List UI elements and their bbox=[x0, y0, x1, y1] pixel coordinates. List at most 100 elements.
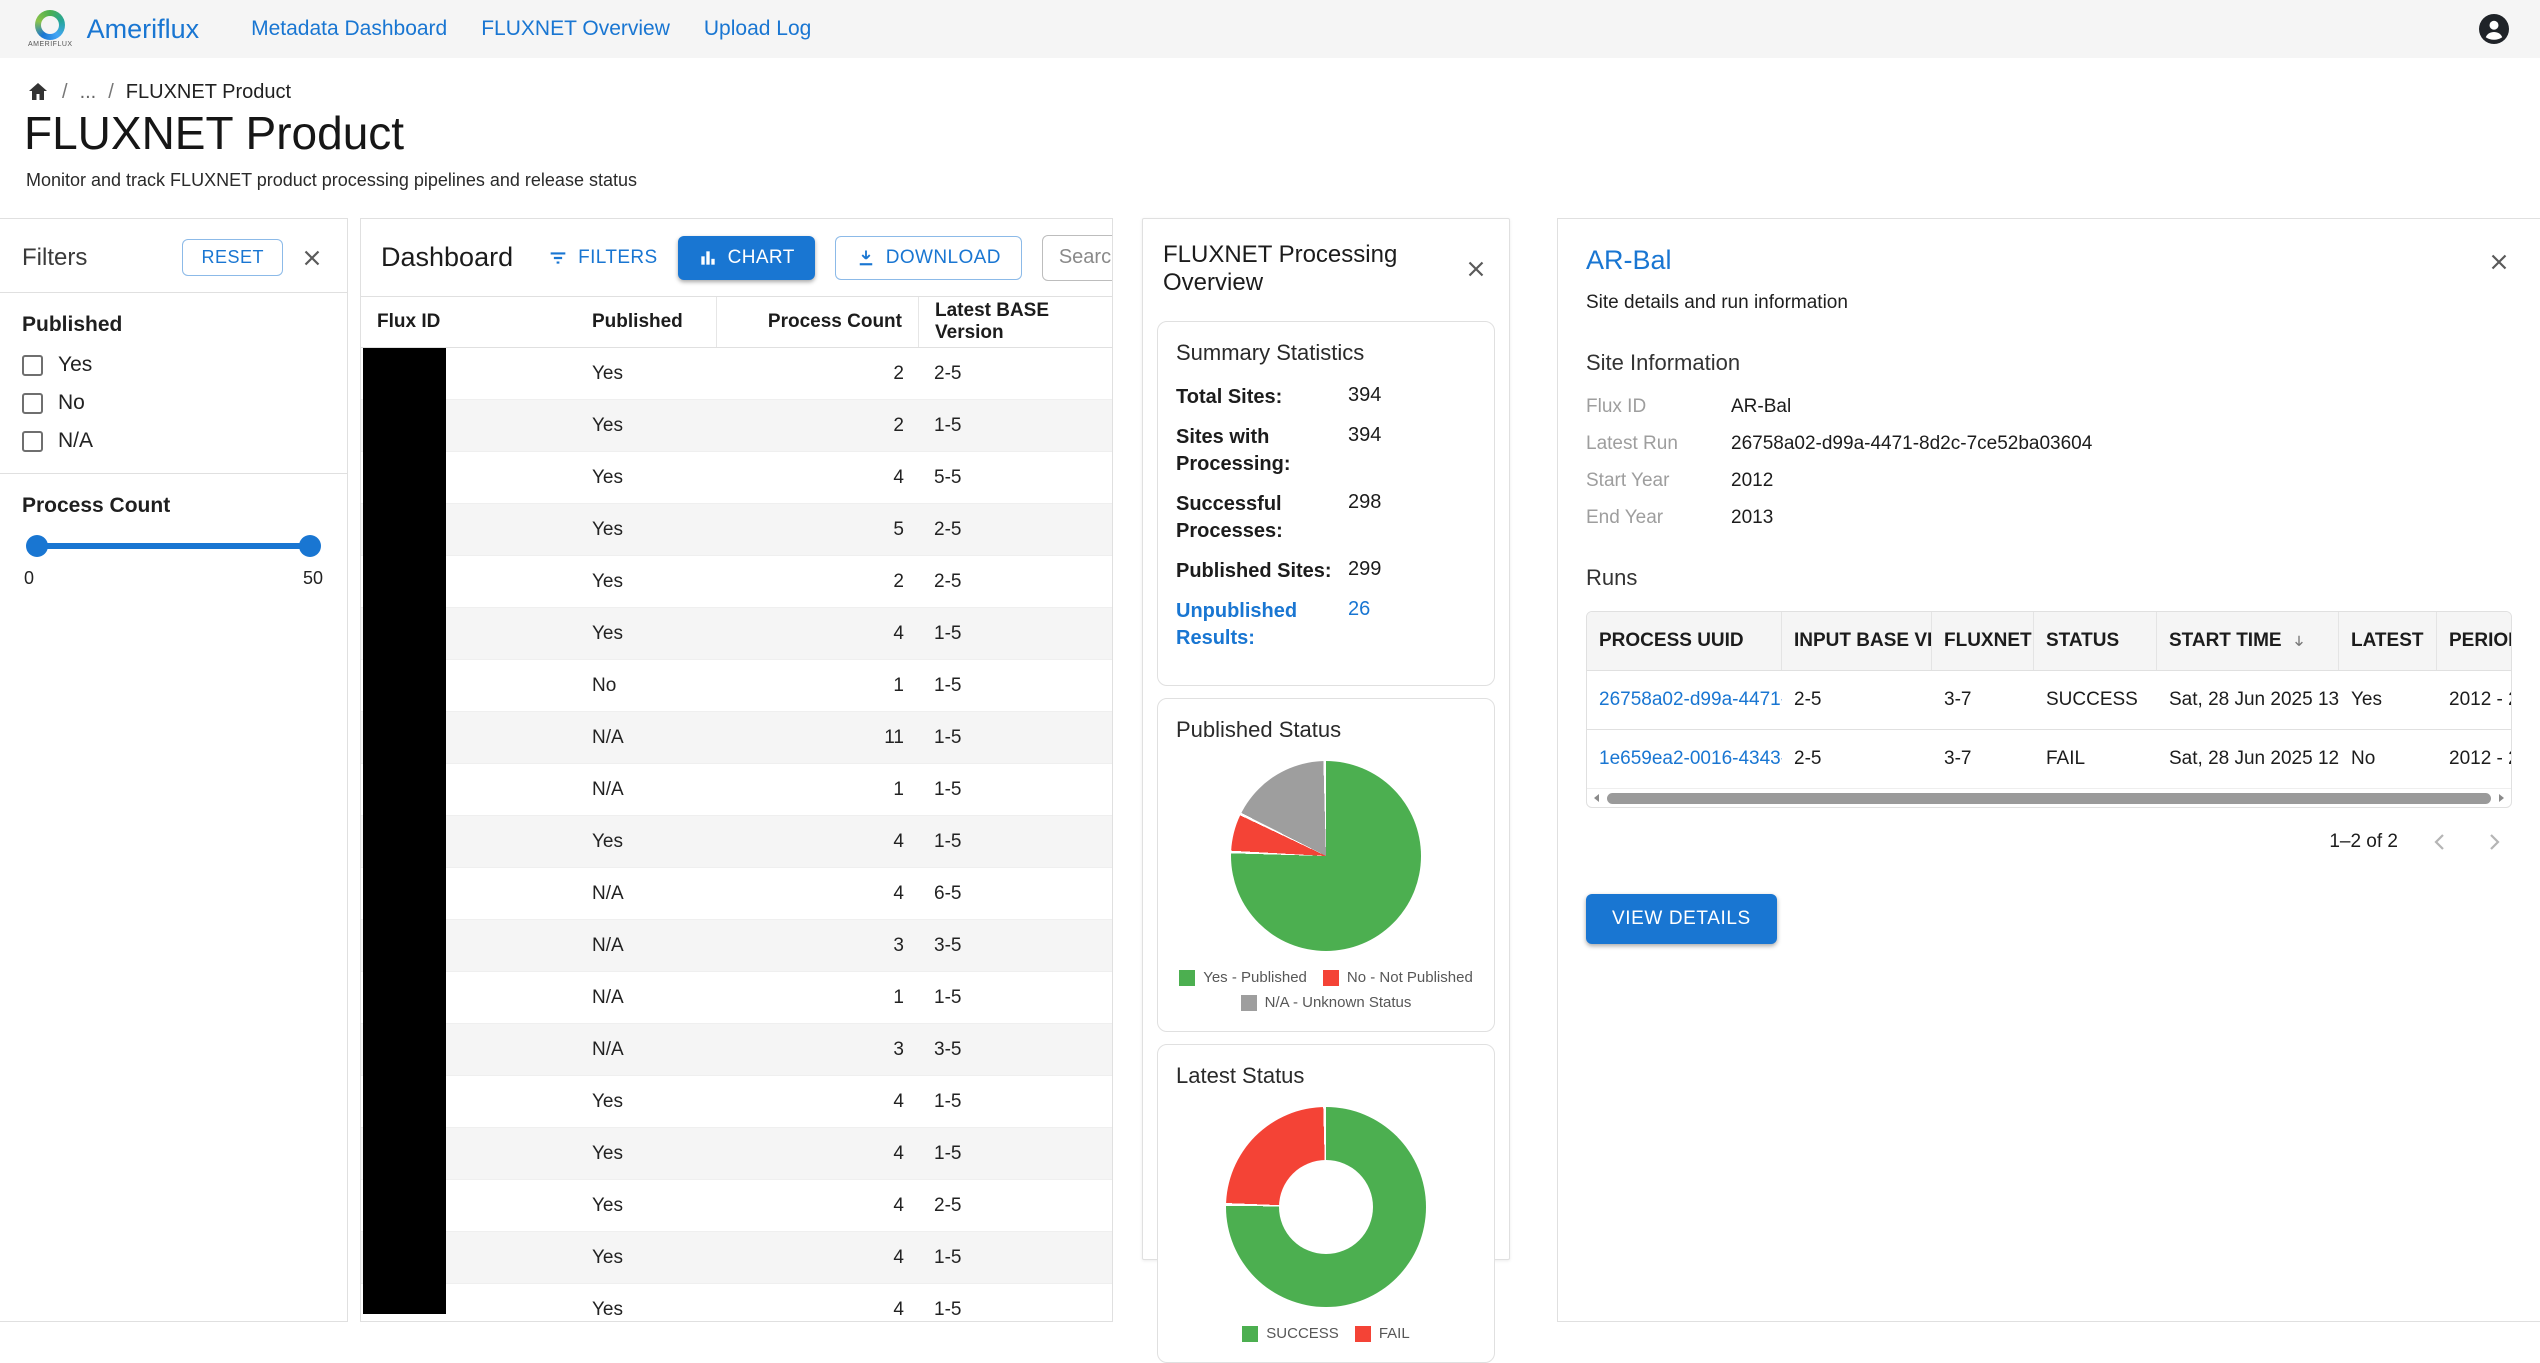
checkbox-no[interactable] bbox=[22, 393, 43, 414]
scroll-right-icon[interactable] bbox=[2495, 792, 2507, 804]
legend-swatch bbox=[1242, 1326, 1258, 1342]
process-count-slider[interactable] bbox=[30, 534, 317, 558]
legend-swatch bbox=[1355, 1326, 1371, 1342]
published-cell: N/A bbox=[576, 883, 716, 905]
process-count-cell: 4 bbox=[716, 1299, 918, 1321]
table-row[interactable]: Yes42-5 bbox=[361, 1180, 1112, 1232]
close-icon[interactable] bbox=[1463, 256, 1489, 282]
table-row[interactable]: Yes41-5 bbox=[361, 816, 1112, 868]
checkbox-na[interactable] bbox=[22, 431, 43, 452]
run-latest: Yes bbox=[2339, 670, 2437, 729]
chart-button[interactable]: CHART bbox=[678, 236, 815, 280]
process-count-cell: 1 bbox=[716, 987, 918, 1009]
table-row[interactable]: N/A11-5 bbox=[361, 764, 1112, 816]
table-row[interactable]: Yes41-5 bbox=[361, 1076, 1112, 1128]
breadcrumb-ellipsis[interactable]: ... bbox=[80, 81, 97, 104]
runs-column-header[interactable]: LATEST bbox=[2339, 612, 2437, 670]
process-count-cell: 3 bbox=[716, 1039, 918, 1061]
scroll-left-icon[interactable] bbox=[1591, 792, 1603, 804]
checkbox-yes[interactable] bbox=[22, 355, 43, 376]
view-details-button[interactable]: VIEW DETAILS bbox=[1586, 894, 1777, 944]
table-row[interactable]: Yes41-5 bbox=[361, 608, 1112, 660]
filters-button[interactable]: FILTERS bbox=[547, 247, 658, 269]
runs-column-header[interactable]: PROCESS UUID bbox=[1587, 612, 1782, 670]
process-count-cell: 4 bbox=[716, 1247, 918, 1269]
page-title: FLUXNET Product bbox=[24, 106, 404, 160]
run-process-uuid-link[interactable]: 1e659ea2-0016-4343-8231-e... bbox=[1587, 729, 1782, 788]
table-row[interactable]: N/A33-5 bbox=[361, 920, 1112, 972]
runs-column-header[interactable]: START TIME bbox=[2157, 612, 2339, 670]
legend-swatch bbox=[1241, 995, 1257, 1011]
table-row[interactable]: Yes22-5 bbox=[361, 348, 1112, 400]
reset-button[interactable]: RESET bbox=[182, 239, 283, 276]
column-header-published[interactable]: Published bbox=[576, 297, 716, 347]
published-cell: Yes bbox=[576, 571, 716, 593]
runs-column-label: LATEST bbox=[2351, 630, 2423, 652]
scrollbar-thumb[interactable] bbox=[1607, 793, 2491, 804]
close-icon[interactable] bbox=[299, 245, 325, 271]
table-row[interactable]: Yes21-5 bbox=[361, 400, 1112, 452]
latest-status-donut-chart bbox=[1226, 1107, 1426, 1307]
runs-column-header[interactable]: FLUXNET ... bbox=[1932, 612, 2034, 670]
legend-item: Yes - Published bbox=[1179, 969, 1307, 986]
published-status-legend: Yes - PublishedNo - Not PublishedN/A - U… bbox=[1176, 969, 1476, 1011]
breadcrumb-separator: / bbox=[62, 81, 68, 104]
runs-column-label: PROCESS UUID bbox=[1599, 630, 1744, 652]
nav-link-upload-log[interactable]: Upload Log bbox=[704, 17, 811, 41]
run-period: 2012 - 2013 bbox=[2437, 729, 2511, 788]
stat-row-link[interactable]: Unpublished Results:26 bbox=[1176, 598, 1476, 652]
table-row[interactable]: N/A33-5 bbox=[361, 1024, 1112, 1076]
site-info-row: Start Year2012 bbox=[1586, 470, 2512, 492]
nav-link-metadata-dashboard[interactable]: Metadata Dashboard bbox=[251, 17, 447, 41]
column-header-latest-base-version[interactable]: Latest BASE Version bbox=[918, 297, 1112, 347]
run-start-time: Sat, 28 Jun 2025 13:54... bbox=[2157, 670, 2339, 729]
table-row[interactable]: Yes45-5 bbox=[361, 452, 1112, 504]
process-count-cell: 4 bbox=[716, 883, 918, 905]
home-icon[interactable] bbox=[26, 80, 50, 104]
ameriflux-logo[interactable]: AMERIFLUX bbox=[28, 10, 73, 48]
slider-handle-max[interactable] bbox=[299, 535, 321, 557]
horizontal-scrollbar[interactable] bbox=[1587, 788, 2511, 807]
run-process-uuid-link[interactable]: 26758a02-d99a-4471-8d2c-7... bbox=[1587, 670, 1782, 729]
stat-row: Sites with Processing:394 bbox=[1176, 424, 1476, 478]
brand-link[interactable]: Ameriflux bbox=[87, 14, 200, 45]
latest-base-version-cell: 5-5 bbox=[918, 467, 1112, 489]
breadcrumb-current: FLUXNET Product bbox=[126, 81, 291, 104]
latest-base-version-cell: 3-5 bbox=[918, 1039, 1112, 1061]
table-row[interactable]: Yes41-5 bbox=[361, 1284, 1112, 1322]
run-fluxnet-version: 3-7 bbox=[1932, 729, 2034, 788]
dashboard-table-header: Flux ID Published Process Count Latest B… bbox=[361, 296, 1112, 348]
runs-column-header[interactable]: INPUT BASE VER... bbox=[1782, 612, 1932, 670]
column-header-flux-id[interactable]: Flux ID bbox=[361, 297, 576, 347]
search-input[interactable] bbox=[1042, 235, 1113, 281]
process-count-cell: 4 bbox=[716, 467, 918, 489]
table-row[interactable]: N/A11-5 bbox=[361, 972, 1112, 1024]
published-status-card: Published Status Yes - PublishedNo - Not… bbox=[1157, 698, 1495, 1032]
slider-handle-min[interactable] bbox=[26, 535, 48, 557]
table-row[interactable]: No11-5 bbox=[361, 660, 1112, 712]
table-row[interactable]: N/A46-5 bbox=[361, 868, 1112, 920]
table-row[interactable]: Yes41-5 bbox=[361, 1128, 1112, 1180]
chevron-right-icon[interactable] bbox=[2482, 830, 2506, 854]
bar-chart-icon bbox=[698, 248, 718, 268]
account-icon[interactable] bbox=[2476, 11, 2512, 47]
runs-column-header[interactable]: PERIOD bbox=[2437, 612, 2511, 670]
chevron-left-icon[interactable] bbox=[2428, 830, 2452, 854]
download-icon bbox=[856, 248, 876, 268]
legend-label: No - Not Published bbox=[1347, 969, 1473, 986]
column-header-process-count[interactable]: Process Count bbox=[716, 297, 918, 347]
table-row[interactable]: Yes41-5 bbox=[361, 1232, 1112, 1284]
close-icon[interactable] bbox=[2486, 249, 2512, 275]
runs-column-header[interactable]: STATUS bbox=[2034, 612, 2157, 670]
table-row[interactable]: Yes22-5 bbox=[361, 556, 1112, 608]
table-row[interactable]: N/A111-5 bbox=[361, 712, 1112, 764]
run-latest: No bbox=[2339, 729, 2437, 788]
nav-link-fluxnet-overview[interactable]: FLUXNET Overview bbox=[481, 17, 670, 41]
checkbox-row-na: N/A bbox=[22, 429, 325, 453]
download-button[interactable]: DOWNLOAD bbox=[835, 236, 1022, 280]
top-navbar: AMERIFLUX Ameriflux Metadata Dashboard F… bbox=[0, 0, 2540, 58]
table-row[interactable]: Yes52-5 bbox=[361, 504, 1112, 556]
runs-column-label: INPUT BASE VER... bbox=[1794, 630, 1932, 652]
slider-track[interactable] bbox=[30, 543, 317, 549]
redacted-flux-id-column bbox=[363, 348, 446, 1314]
